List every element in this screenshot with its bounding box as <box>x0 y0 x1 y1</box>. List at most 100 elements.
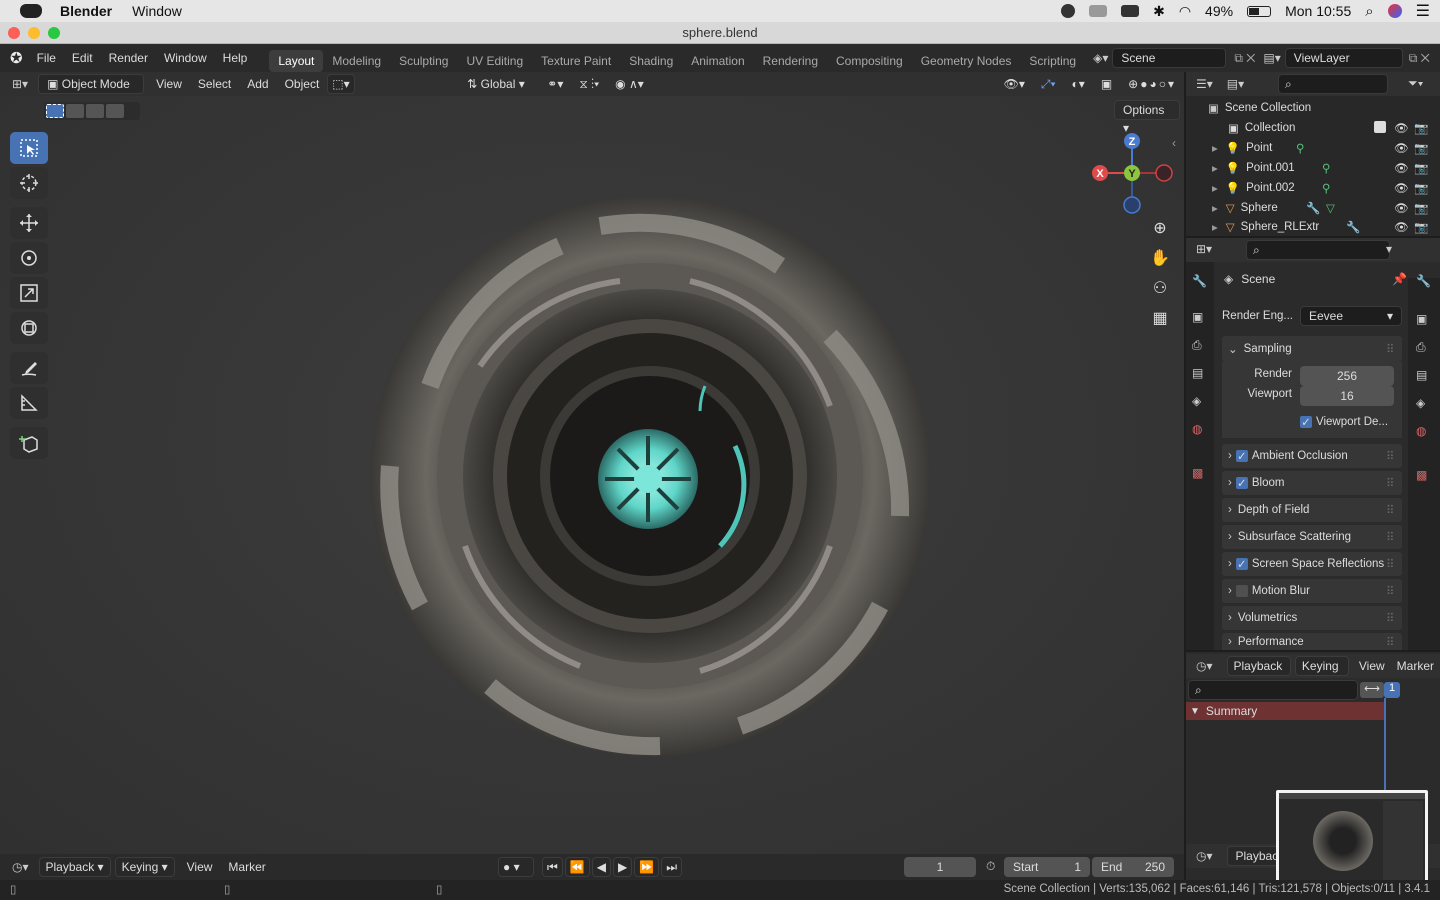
sphere-object[interactable] <box>360 186 940 766</box>
drag-handle-icon[interactable]: ⠿ <box>1386 342 1394 356</box>
output-tab-icon[interactable]: ⎙ <box>1416 340 1426 355</box>
object-gizmo-icon[interactable]: ⬚▾ <box>327 74 356 94</box>
drag-handle-icon[interactable]: ⠿ <box>1386 476 1394 490</box>
tool-tab-icon[interactable]: 🔧 <box>1416 274 1431 288</box>
render-camera-icon[interactable]: 📷 <box>1414 181 1428 195</box>
tool-annotate[interactable] <box>10 352 48 384</box>
visibility-eye-icon[interactable]: 👁 <box>1394 181 1409 195</box>
viewlayer-selector[interactable]: ViewLayer <box>1284 48 1403 68</box>
tool-transform[interactable] <box>10 312 48 344</box>
collection-include-checkbox[interactable] <box>1374 120 1390 136</box>
panel-depth-of-field[interactable]: › Depth of Field ⠿ <box>1222 498 1402 522</box>
clock[interactable]: Mon 10:55 <box>1285 3 1351 19</box>
wifi-icon[interactable]: ◠ <box>1179 3 1191 20</box>
motion-blur-checkbox[interactable] <box>1235 585 1248 597</box>
texture-tab-icon[interactable]: ▩ <box>1192 466 1203 480</box>
close-window-icon[interactable] <box>8 27 20 39</box>
overlay-icon[interactable]: ◐▾ <box>1064 77 1093 91</box>
dopesheet-editor-type-icon[interactable]: ◷▾ <box>1196 659 1213 673</box>
viewlayer-browse-icon[interactable]: ▤▾ <box>1263 51 1280 65</box>
tab-compositing[interactable]: Compositing <box>827 50 912 72</box>
render-camera-icon[interactable]: 📷 <box>1414 141 1428 155</box>
world-tab-icon[interactable]: ◍ <box>1416 424 1426 438</box>
battery-icon[interactable] <box>1247 5 1272 17</box>
world-tab-icon[interactable]: ◍ <box>1192 422 1202 436</box>
dopesheet-keying-menu[interactable]: Keying ▾ <box>1294 656 1349 691</box>
render-samples-field[interactable]: 256 <box>1300 366 1394 386</box>
render-camera-icon[interactable]: 📷 <box>1414 121 1428 135</box>
scene-selector[interactable]: Scene <box>1112 48 1227 68</box>
drag-handle-icon[interactable]: ⠿ <box>1386 449 1394 463</box>
panel-ambient-occlusion[interactable]: › ✓ Ambient Occlusion ⠿ <box>1222 444 1402 468</box>
visibility-eye-icon[interactable]: 👁 <box>1394 121 1409 135</box>
screenshot-thumbnail[interactable] <box>1276 790 1428 886</box>
render-tab-icon[interactable]: ▣ <box>1192 310 1203 324</box>
select-mode-buttons[interactable] <box>44 102 140 120</box>
output-tab-icon[interactable]: ⎙ <box>1192 338 1202 353</box>
tool-move[interactable] <box>10 207 48 239</box>
auto-keying-toggle[interactable]: ● ▾ <box>498 857 534 877</box>
menu-help[interactable]: Help <box>215 51 256 65</box>
view-layer-tab-icon[interactable]: ▤ <box>1192 366 1203 380</box>
navigation-gizmo[interactable]: Z X Y <box>1090 130 1174 214</box>
viewport-samples-field[interactable]: 16 <box>1300 386 1394 406</box>
expand-arrow-icon[interactable]: ▸ <box>1212 201 1218 215</box>
tool-select-box[interactable] <box>10 132 48 164</box>
scene-tab-icon[interactable]: ◈ <box>1192 394 1201 408</box>
end-frame-field[interactable]: End 250 <box>1092 857 1174 877</box>
tab-animation[interactable]: Animation <box>682 50 753 72</box>
visibility-eye-icon[interactable]: 👁 <box>1394 161 1409 175</box>
gizmo-toggle-icon[interactable]: ⤢▾ <box>1033 77 1064 92</box>
xray-icon[interactable]: ▣ <box>1093 77 1120 91</box>
transform-orientation[interactable]: ⇅ Global ▾ <box>459 77 539 91</box>
outliner-item[interactable]: ▸ 💡 Point ⚲ 👁 📷 <box>1186 138 1440 158</box>
render-camera-icon[interactable]: 📷 <box>1414 161 1428 175</box>
tab-layout[interactable]: Layout <box>269 50 324 72</box>
app-menu[interactable]: Blender <box>60 3 112 19</box>
display-mode-icon[interactable]: ▤▾ <box>1227 77 1244 91</box>
menu-window[interactable]: Window <box>156 51 215 65</box>
zoom-window-icon[interactable] <box>48 27 60 39</box>
outliner-collection[interactable]: ▣ Collection 👁 📷 <box>1186 118 1440 138</box>
dopesheet-playback-menu[interactable]: Playback ▾ <box>1226 656 1291 691</box>
mode-selector[interactable]: ▣ Object Mode ▾ <box>38 74 145 109</box>
select-subtract-icon[interactable] <box>86 104 104 118</box>
properties-editor-type-icon[interactable]: ⊞▾ <box>1196 242 1212 256</box>
3d-viewport[interactable]: Options ▾ Z X Y ⊕ ✋ ⚇ ▦ ‹ <box>0 96 1184 854</box>
apple-icon[interactable] <box>20 4 42 18</box>
expand-arrow-icon[interactable]: ▸ <box>1212 181 1218 195</box>
tool-rotate[interactable] <box>10 242 48 274</box>
tab-uv-editing[interactable]: UV Editing <box>457 50 532 72</box>
texture-tab-icon[interactable]: ▩ <box>1416 468 1427 482</box>
dopesheet-view-menu[interactable]: View <box>1353 659 1391 673</box>
select-intersect-icon[interactable] <box>106 104 124 118</box>
play-icon[interactable]: ▶ <box>613 857 633 877</box>
expand-arrow-icon[interactable]: ▸ <box>1212 141 1218 155</box>
pin-icon[interactable]: 📌 <box>1392 272 1407 286</box>
menu-edit[interactable]: Edit <box>64 51 101 65</box>
current-frame-field[interactable]: 1 <box>904 857 976 877</box>
minimize-window-icon[interactable] <box>28 27 40 39</box>
blender-logo-icon[interactable]: ✪ <box>10 49 23 67</box>
tool-cursor[interactable] <box>10 167 48 199</box>
pivot-icon[interactable]: ⚭▾ <box>539 77 571 91</box>
ssr-checkbox[interactable]: ✓ <box>1235 558 1248 571</box>
dopesheet-marker-menu[interactable]: Marker <box>1391 659 1440 673</box>
select-new-icon[interactable] <box>46 104 64 118</box>
panel-subsurface-scattering[interactable]: › Subsurface Scattering ⠿ <box>1222 525 1402 549</box>
camera-view-icon[interactable]: ⚇ <box>1148 276 1172 300</box>
scene-new-icon[interactable]: ⧉ ✕ <box>1234 51 1255 66</box>
outliner-item[interactable]: ▸ 💡 Point.002 ⚲ 👁 📷 <box>1186 178 1440 198</box>
timeline-view-menu[interactable]: View <box>179 860 221 874</box>
tab-geometry-nodes[interactable]: Geometry Nodes <box>912 50 1021 72</box>
view-layer-tab-icon[interactable]: ▤ <box>1416 368 1427 382</box>
visibility-eye-icon[interactable]: 👁 <box>1394 201 1409 215</box>
visibility-icon[interactable]: 👁▾ <box>996 77 1033 91</box>
sidebar-toggle-icon[interactable]: ‹ <box>1172 136 1176 150</box>
jump-start-icon[interactable]: ⏮ <box>542 857 563 877</box>
outliner-item[interactable]: ▸ ▽ Sphere 🔧 ▽ 👁 📷 <box>1186 198 1440 218</box>
visibility-eye-icon[interactable]: 👁 <box>1394 220 1409 234</box>
menu-add[interactable]: Add <box>239 77 276 91</box>
tab-shading[interactable]: Shading <box>620 50 682 72</box>
panel-motion-blur[interactable]: › Motion Blur ⠿ <box>1222 579 1402 603</box>
